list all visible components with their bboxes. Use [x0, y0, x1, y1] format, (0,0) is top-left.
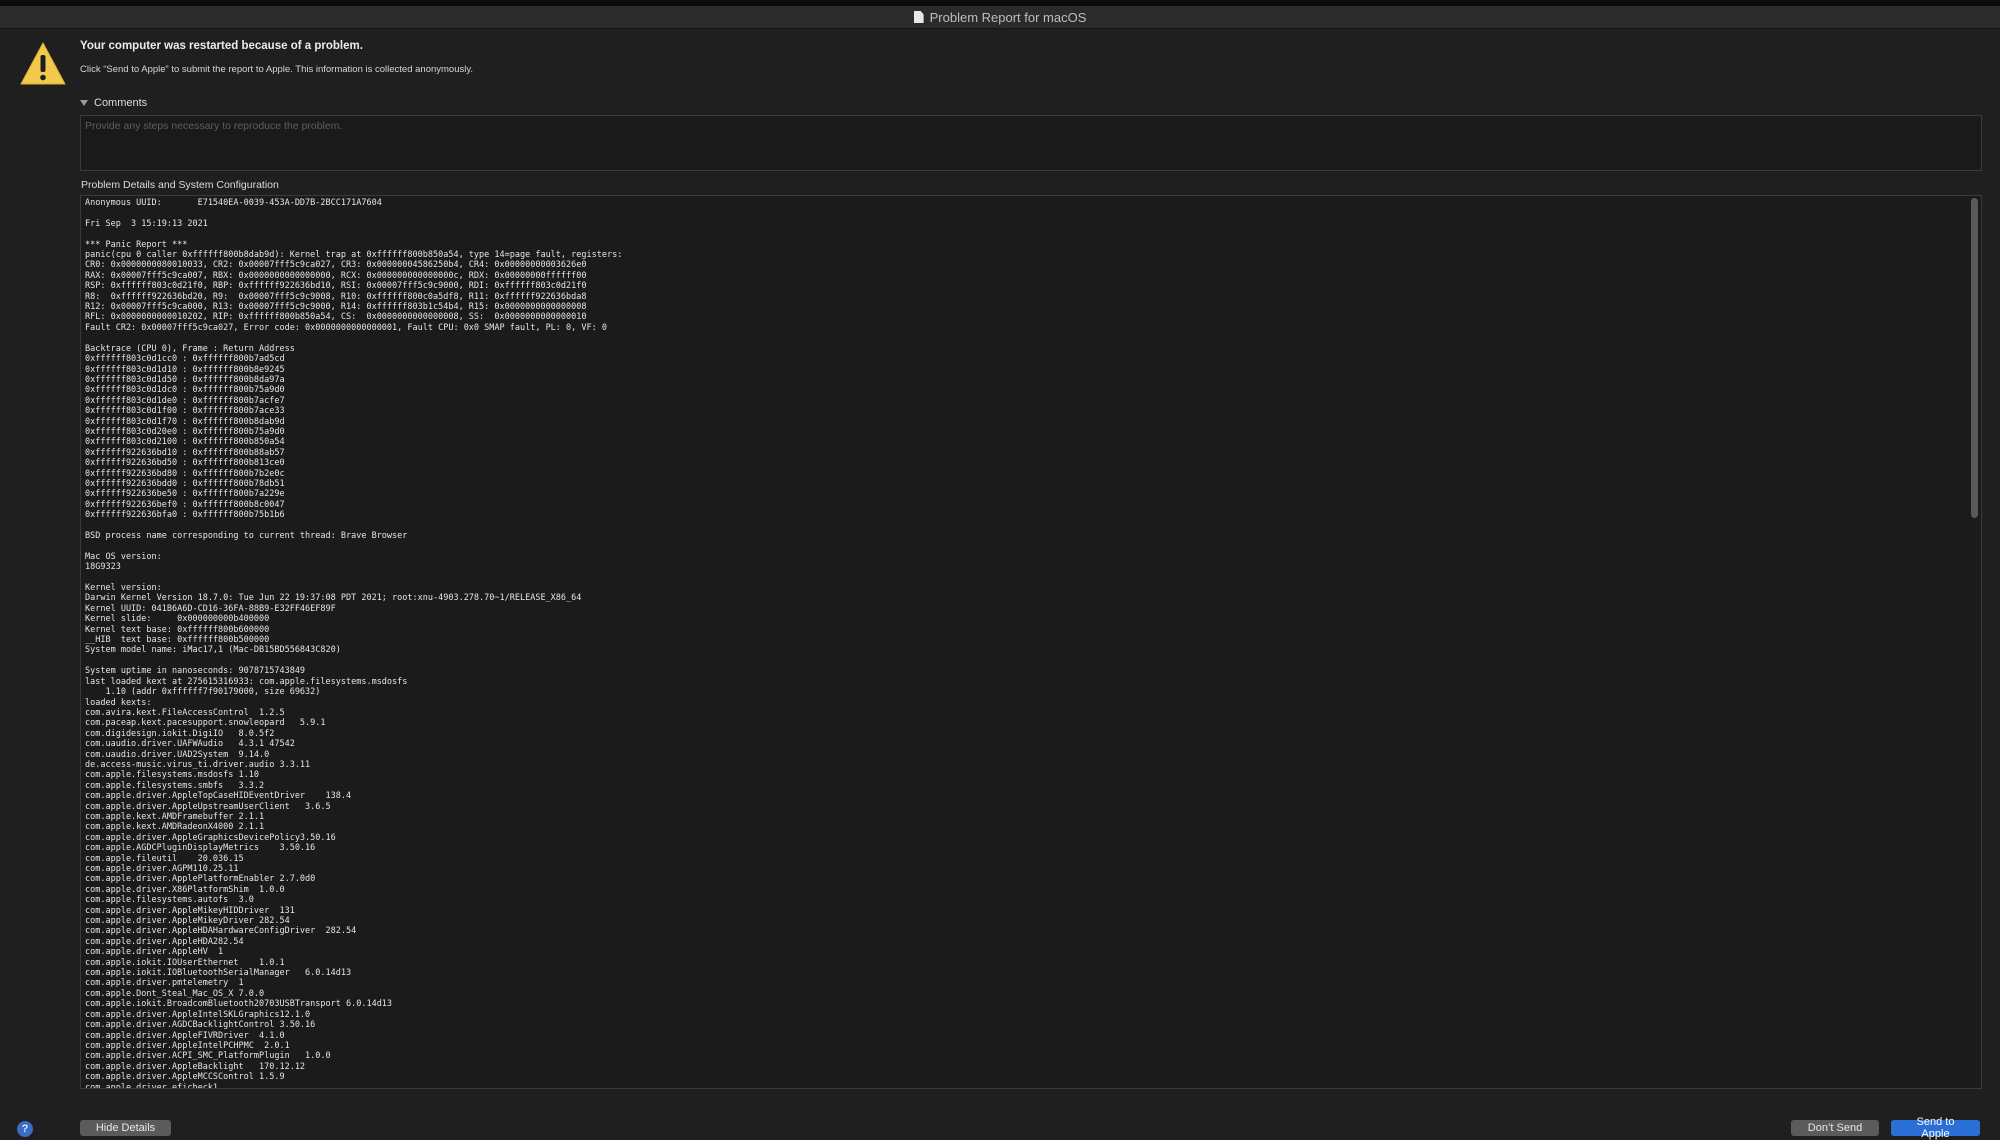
- alert-subtext: Click “Send to Apple” to submit the repo…: [80, 64, 474, 75]
- comments-input[interactable]: [80, 115, 1982, 171]
- comments-label: Comments: [94, 97, 148, 109]
- comments-disclosure[interactable]: Comments: [80, 97, 147, 109]
- title-bar: Problem Report for macOS: [0, 6, 2000, 29]
- vertical-scrollbar[interactable]: [1971, 198, 1979, 1086]
- problem-report-window: Your computer was restarted because of a…: [0, 29, 2000, 1140]
- scrollbar-thumb[interactable]: [1971, 198, 1978, 518]
- details-label: Problem Details and System Configuration: [81, 179, 279, 191]
- alert-heading: Your computer was restarted because of a…: [80, 40, 363, 52]
- hide-details-button[interactable]: Hide Details: [80, 1120, 171, 1136]
- disclosure-triangle-icon: [80, 100, 88, 106]
- window-title: Problem Report for macOS: [929, 9, 1087, 25]
- dont-send-button[interactable]: Don’t Send: [1791, 1120, 1879, 1136]
- send-to-apple-button[interactable]: Send to Apple: [1891, 1116, 1980, 1140]
- warning-icon: [20, 42, 66, 85]
- problem-details-textview[interactable]: Anonymous UUID: E71540EA-0039-453A-DD7B-…: [80, 195, 1982, 1089]
- document-icon: [913, 11, 924, 23]
- problem-details-text: Anonymous UUID: E71540EA-0039-453A-DD7B-…: [85, 198, 623, 1089]
